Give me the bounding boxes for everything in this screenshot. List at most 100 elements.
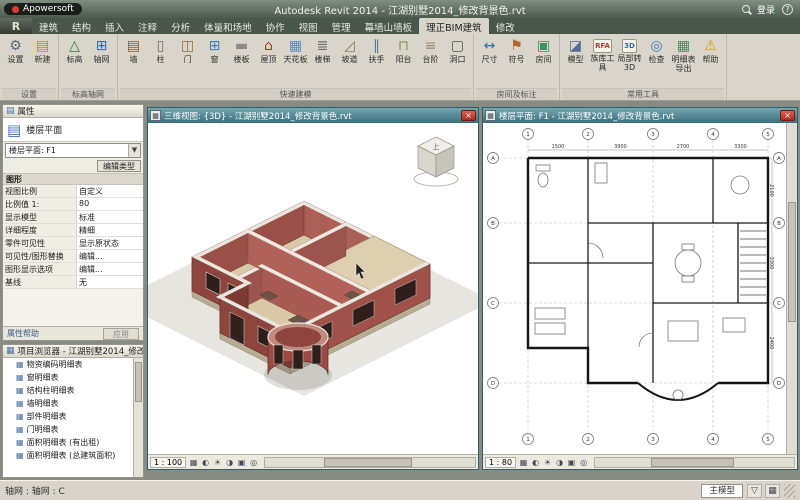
property-value[interactable]: 编辑...: [77, 250, 143, 262]
scrollbar-thumb[interactable]: [651, 458, 735, 467]
browser-item-4[interactable]: ▦部件明细表: [3, 410, 133, 423]
filter-icon[interactable]: ▽: [747, 484, 762, 498]
application-menu-button[interactable]: R: [0, 18, 32, 34]
ribbon-tab-9[interactable]: 幕墙山墙板: [358, 18, 420, 34]
browser-item-5[interactable]: ▦门明细表: [3, 423, 133, 436]
apply-button[interactable]: 应用: [103, 328, 139, 340]
browser-item-0[interactable]: ▦物资编码明细表: [3, 358, 133, 371]
crop-region-icon-3d[interactable]: ▣: [236, 457, 247, 468]
chevron-down-icon[interactable]: ▼: [128, 144, 140, 157]
ribbon-tab-4[interactable]: 分析: [164, 18, 197, 34]
vertical-scrollbar-plan[interactable]: [786, 123, 797, 454]
help-icon[interactable]: ?: [782, 4, 793, 15]
dimension-button[interactable]: ↔尺寸: [476, 35, 503, 64]
ribbon-tab-10[interactable]: 理正BIM建筑: [419, 18, 489, 34]
ribbon-tab-7[interactable]: 视图: [292, 18, 325, 34]
level-button[interactable]: △标高: [61, 35, 88, 64]
settings-button[interactable]: ⚙设置: [2, 35, 29, 64]
opening-button[interactable]: ▢洞口: [444, 35, 471, 64]
symbol-button[interactable]: ⚑符号: [503, 35, 530, 64]
shadows-icon-3d[interactable]: ◑: [224, 457, 235, 468]
ribbon-tab-1[interactable]: 结构: [65, 18, 98, 34]
local-3d-button[interactable]: 3D局部转3D: [616, 35, 643, 72]
scale-indicator-3d[interactable]: 1 : 100: [150, 457, 186, 468]
property-value[interactable]: 80: [77, 198, 143, 210]
family-tool-button[interactable]: RFA族库工具: [589, 35, 616, 72]
reveal-hidden-icon-plan[interactable]: ◎: [578, 457, 589, 468]
browser-item-2[interactable]: ▦结构柱明细表: [3, 384, 133, 397]
browser-item-1[interactable]: ▦窗明细表: [3, 371, 133, 384]
sun-path-icon-plan[interactable]: ☀: [542, 457, 553, 468]
new-button[interactable]: ▤新建: [29, 35, 56, 64]
wall-button[interactable]: ▤墙: [120, 35, 147, 64]
view-window-3d-titlebar[interactable]: ▦ 三维视图: {3D} - 江湖别墅2014_修改背景色.rvt ×: [148, 108, 478, 123]
reveal-hidden-icon-3d[interactable]: ◎: [248, 457, 259, 468]
close-icon[interactable]: ×: [780, 110, 795, 121]
type-selector-combo[interactable]: 楼层平面: F1 ▼: [5, 143, 141, 158]
roof-button[interactable]: ⌂屋顶: [255, 35, 282, 64]
graphics-category-row[interactable]: 图形: [3, 173, 143, 185]
browser-item-6[interactable]: ▦面积明细表 (有出租): [3, 436, 133, 449]
close-icon[interactable]: ×: [461, 110, 476, 121]
help-button[interactable]: ⚠帮助: [697, 35, 724, 64]
grid-button[interactable]: ⊞轴网: [88, 35, 115, 64]
model-tool-button[interactable]: ◪模型: [562, 35, 589, 64]
detail-level-icon-3d[interactable]: ▦: [188, 457, 199, 468]
project-browser-header[interactable]: ▦ 项目浏览器 - 江湖别墅2014_修改背景...: [3, 345, 143, 358]
browser-item-3[interactable]: ▦墙明细表: [3, 397, 133, 410]
project-browser-scrollbar[interactable]: [133, 358, 143, 477]
search-icon[interactable]: [742, 5, 750, 13]
ribbon-tab-2[interactable]: 插入: [98, 18, 131, 34]
ribbon-tab-8[interactable]: 管理: [325, 18, 358, 34]
detail-level-icon-plan[interactable]: ▦: [518, 457, 529, 468]
property-value[interactable]: 精细: [77, 224, 143, 236]
property-value[interactable]: 标准: [77, 211, 143, 223]
ribbon-tab-11[interactable]: 修改: [489, 18, 522, 34]
scrollbar-thumb[interactable]: [324, 458, 412, 467]
browser-item-7[interactable]: ▦面积明细表 (总建筑面积): [3, 449, 133, 462]
ribbon-tab-6[interactable]: 协作: [259, 18, 292, 34]
ceiling-button[interactable]: ▦天花板: [282, 35, 309, 64]
visual-style-icon-plan[interactable]: ◐: [530, 457, 541, 468]
property-value[interactable]: 自定义: [77, 185, 143, 197]
property-value[interactable]: 编辑...: [77, 263, 143, 275]
horizontal-scrollbar-plan[interactable]: [594, 457, 795, 468]
ribbon-tab-5[interactable]: 体量和场地: [197, 18, 259, 34]
viewcube[interactable]: 上: [410, 131, 462, 189]
room-button[interactable]: ▣房间: [530, 35, 557, 64]
select-toggle-icon[interactable]: ▦: [765, 484, 780, 498]
resize-grip[interactable]: [784, 484, 795, 498]
stair-button[interactable]: ≣楼梯: [309, 35, 336, 64]
ribbon-tab-3[interactable]: 注释: [131, 18, 164, 34]
property-value[interactable]: 显示原状态: [77, 237, 143, 249]
active-workset-select[interactable]: 主模型: [701, 484, 743, 498]
scrollbar-thumb[interactable]: [135, 362, 142, 402]
view-canvas-plan[interactable]: 1122334455AABBCCDD1500390027003300210033…: [483, 123, 797, 454]
scrollbar-thumb[interactable]: [788, 202, 796, 321]
steps-button[interactable]: ≡台阶: [417, 35, 444, 64]
horizontal-scrollbar-3d[interactable]: [264, 457, 476, 468]
column-button[interactable]: ▯柱: [147, 35, 174, 64]
signin-label[interactable]: 登录: [757, 3, 775, 16]
model-check-button[interactable]: ◎检查: [643, 35, 670, 64]
railing-button[interactable]: ∥扶手: [363, 35, 390, 64]
window-button[interactable]: ⊞窗: [201, 35, 228, 64]
property-value[interactable]: 无: [77, 276, 143, 288]
properties-panel-header[interactable]: ▤ 属性: [3, 105, 143, 118]
shadows-icon-plan[interactable]: ◑: [554, 457, 565, 468]
scale-indicator-plan[interactable]: 1 : 80: [485, 457, 516, 468]
ribbon-tab-0[interactable]: 建筑: [32, 18, 65, 34]
schedule-export-button[interactable]: ▦明细表导出: [670, 35, 697, 73]
properties-help-link[interactable]: 属性帮助: [7, 328, 39, 339]
symbol-icon: ⚑: [510, 38, 523, 54]
balcony-button[interactable]: ⊓阳台: [390, 35, 417, 64]
view-canvas-3d[interactable]: 上: [148, 123, 478, 454]
ramp-button[interactable]: ◿坡道: [336, 35, 363, 64]
crop-region-icon-plan[interactable]: ▣: [566, 457, 577, 468]
sun-path-icon-3d[interactable]: ☀: [212, 457, 223, 468]
floor-button[interactable]: ▬楼板: [228, 35, 255, 64]
visual-style-icon-3d[interactable]: ◐: [200, 457, 211, 468]
door-button[interactable]: ◫门: [174, 35, 201, 64]
view-window-plan-titlebar[interactable]: ▦ 楼层平面: F1 - 江湖别墅2014_修改背景色.rvt ×: [483, 108, 797, 123]
edit-type-button[interactable]: 编辑类型: [97, 160, 141, 172]
